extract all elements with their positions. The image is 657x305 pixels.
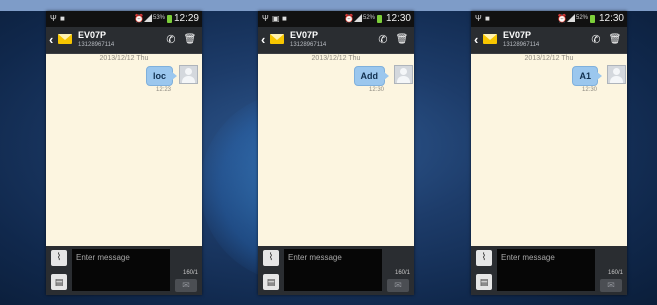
message-time: 12:23 bbox=[156, 87, 172, 93]
conversation-header: ‹ EV07P 13128967114 ✆ 🗑 bbox=[471, 27, 627, 54]
alarm-icon: ⏰ bbox=[557, 14, 567, 23]
message-input-placeholder: Enter message bbox=[76, 253, 130, 262]
notification-icon: ■ bbox=[60, 14, 65, 23]
paperclip-icon[interactable]: ⌇ bbox=[476, 250, 492, 266]
avatar-body bbox=[397, 76, 410, 83]
trash-icon[interactable]: 🗑 bbox=[183, 33, 197, 47]
message-time: 12:30 bbox=[369, 87, 385, 93]
character-counter: 160/1 bbox=[182, 270, 198, 276]
trash-icon[interactable]: 🗑 bbox=[395, 33, 409, 47]
envelope-send-icon[interactable]: ✉ bbox=[387, 279, 409, 292]
image-icon: ▣ bbox=[272, 14, 280, 23]
phone-icon[interactable]: ✆ bbox=[589, 33, 603, 47]
message-input-placeholder: Enter message bbox=[501, 253, 555, 262]
status-bar: Ψ ■ ⏰ 53% 12:29 bbox=[46, 11, 202, 27]
avatar-head bbox=[613, 68, 620, 75]
signal-icon bbox=[354, 14, 362, 22]
battery-icon bbox=[590, 15, 595, 23]
notification-icon: ■ bbox=[282, 14, 287, 23]
chevron-left-icon[interactable]: ‹ bbox=[261, 33, 269, 47]
thread-date: 2013/12/12 Thu bbox=[99, 55, 149, 62]
contact-number: 13128967114 bbox=[290, 42, 327, 48]
envelope-icon bbox=[58, 34, 72, 44]
note-icon[interactable]: ▤ bbox=[476, 274, 492, 290]
composer-bar: ⌇ ▤ Enter message 160/1 ✉ bbox=[46, 246, 202, 295]
battery-icon bbox=[167, 15, 172, 23]
phone-icon[interactable]: ✆ bbox=[376, 33, 390, 47]
phone-icon[interactable]: ✆ bbox=[164, 33, 178, 47]
clock: 12:29 bbox=[173, 13, 199, 24]
usb-icon: Ψ bbox=[262, 14, 269, 23]
top-accent-band bbox=[0, 0, 657, 11]
contact-name: EV07P bbox=[503, 30, 532, 40]
character-counter: 160/1 bbox=[394, 270, 410, 276]
contact-name: EV07P bbox=[78, 30, 107, 40]
battery-percent: 53% bbox=[153, 15, 166, 21]
signal-icon bbox=[144, 14, 152, 22]
trash-icon[interactable]: 🗑 bbox=[608, 33, 622, 47]
contact-number: 13128967114 bbox=[78, 42, 115, 48]
alarm-icon: ⏰ bbox=[344, 14, 354, 23]
envelope-icon bbox=[483, 34, 497, 44]
avatar-body bbox=[182, 76, 195, 83]
message-thread: 2013/12/12 Thu A1 12:30 bbox=[471, 54, 627, 246]
character-counter: 160/1 bbox=[607, 270, 623, 276]
message-bubble[interactable]: Add bbox=[353, 66, 389, 86]
battery-icon bbox=[377, 15, 382, 23]
message-input-placeholder: Enter message bbox=[288, 253, 342, 262]
notification-icon: ■ bbox=[485, 14, 490, 23]
message-time: 12:30 bbox=[582, 87, 598, 93]
envelope-send-icon[interactable]: ✉ bbox=[600, 279, 622, 292]
conversation-header: ‹ EV07P 13128967114 ✆ 🗑 bbox=[258, 27, 414, 54]
paperclip-icon[interactable]: ⌇ bbox=[263, 250, 279, 266]
avatar-head bbox=[400, 68, 407, 75]
thread-date: 2013/12/12 Thu bbox=[524, 55, 574, 62]
envelope-send-icon[interactable]: ✉ bbox=[175, 279, 197, 292]
message-thread: 2013/12/12 Thu loc 12:23 bbox=[46, 54, 202, 246]
message-thread: 2013/12/12 Thu Add 12:30 bbox=[258, 54, 414, 246]
chevron-left-icon[interactable]: ‹ bbox=[49, 33, 57, 47]
thread-date: 2013/12/12 Thu bbox=[311, 55, 361, 62]
clock: 12:30 bbox=[598, 13, 624, 24]
person-icon bbox=[394, 65, 413, 84]
chevron-left-icon[interactable]: ‹ bbox=[474, 33, 482, 47]
note-icon[interactable]: ▤ bbox=[263, 274, 279, 290]
conversation-header: ‹ EV07P 13128967114 ✆ 🗑 bbox=[46, 27, 202, 54]
contact-name: EV07P bbox=[290, 30, 319, 40]
battery-percent: 52% bbox=[363, 15, 376, 21]
phone-screen-3: Ψ ■ ⏰ 52% 12:30 ‹ EV07P 13128967114 ✆ 🗑 … bbox=[471, 11, 627, 295]
message-bubble[interactable]: loc bbox=[145, 66, 178, 86]
avatar-body bbox=[610, 76, 623, 83]
clock: 12:30 bbox=[385, 13, 411, 24]
phone-screen-2: Ψ ▣ ■ ⏰ 52% 12:30 ‹ EV07P 13128967114 ✆ … bbox=[258, 11, 414, 295]
avatar-head bbox=[185, 68, 192, 75]
composer-bar: ⌇ ▤ Enter message 160/1 ✉ bbox=[258, 246, 414, 295]
battery-percent: 52% bbox=[576, 15, 589, 21]
contact-number: 13128967114 bbox=[503, 42, 540, 48]
message-bubble[interactable]: A1 bbox=[572, 66, 602, 86]
signal-icon bbox=[567, 14, 575, 22]
person-icon bbox=[179, 65, 198, 84]
usb-icon: Ψ bbox=[475, 14, 482, 23]
composer-bar: ⌇ ▤ Enter message 160/1 ✉ bbox=[471, 246, 627, 295]
alarm-icon: ⏰ bbox=[134, 14, 144, 23]
note-icon[interactable]: ▤ bbox=[51, 274, 67, 290]
phone-screen-1: Ψ ■ ⏰ 53% 12:29 ‹ EV07P 13128967114 ✆ 🗑 … bbox=[46, 11, 202, 295]
envelope-icon bbox=[270, 34, 284, 44]
person-icon bbox=[607, 65, 626, 84]
usb-icon: Ψ bbox=[50, 14, 57, 23]
status-bar: Ψ ▣ ■ ⏰ 52% 12:30 bbox=[258, 11, 414, 27]
paperclip-icon[interactable]: ⌇ bbox=[51, 250, 67, 266]
status-bar: Ψ ■ ⏰ 52% 12:30 bbox=[471, 11, 627, 27]
